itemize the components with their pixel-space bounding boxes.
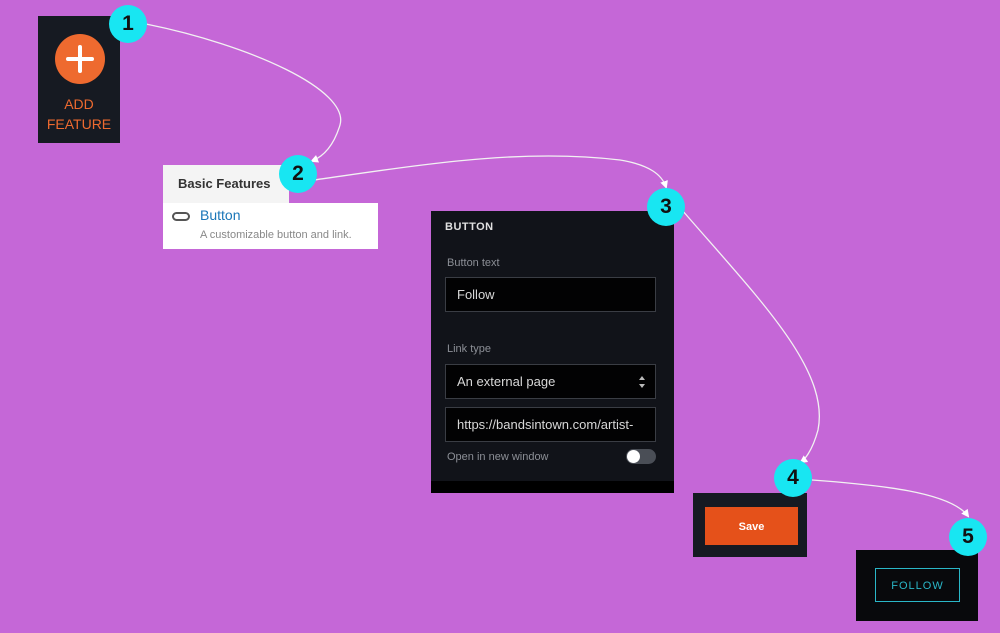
button-text-input[interactable]: Follow [445, 277, 656, 312]
url-input[interactable]: https://bandsintown.com/artist- [445, 407, 656, 442]
open-new-window-label: Open in new window [447, 451, 549, 463]
button-text-label: Button text [447, 257, 500, 269]
button-settings-panel: BUTTON Button text Follow Link type An e… [431, 211, 674, 493]
save-container: Save [693, 493, 807, 557]
step-badge-3: 3 [647, 188, 685, 226]
add-feature-tile[interactable]: ADD FEATURE [38, 16, 120, 143]
step-badge-5: 5 [949, 518, 987, 556]
pill-icon [172, 212, 190, 221]
link-type-select[interactable]: An external page [445, 364, 656, 399]
select-arrows-icon [639, 376, 645, 388]
save-button[interactable]: Save [705, 507, 798, 545]
connector-3-to-4 [681, 209, 820, 464]
panel-bottom-bar [431, 481, 674, 493]
connector-2-to-3 [313, 155, 668, 189]
open-new-window-toggle[interactable] [626, 449, 656, 464]
add-feature-label: ADD FEATURE [46, 96, 112, 132]
feature-item-title: Button [200, 207, 241, 223]
panel-title: BUTTON [445, 221, 494, 233]
feature-item-description: A customizable button and link. [200, 229, 352, 241]
follow-button[interactable]: FOLLOW [875, 568, 960, 602]
plus-circle-icon[interactable] [55, 34, 105, 84]
toggle-knob [627, 450, 640, 463]
step-badge-2: 2 [279, 155, 317, 193]
link-type-label: Link type [447, 343, 492, 355]
step-badge-1: 1 [109, 5, 147, 43]
feature-item-button[interactable]: Button A customizable button and link. [163, 203, 378, 249]
step-badge-4: 4 [774, 459, 812, 497]
follow-container: FOLLOW [856, 550, 978, 621]
basic-features-tab[interactable]: Basic Features [163, 165, 289, 203]
connector-1-to-2 [145, 23, 342, 163]
connector-4-to-5 [811, 479, 970, 518]
link-type-value: An external page [457, 374, 556, 389]
